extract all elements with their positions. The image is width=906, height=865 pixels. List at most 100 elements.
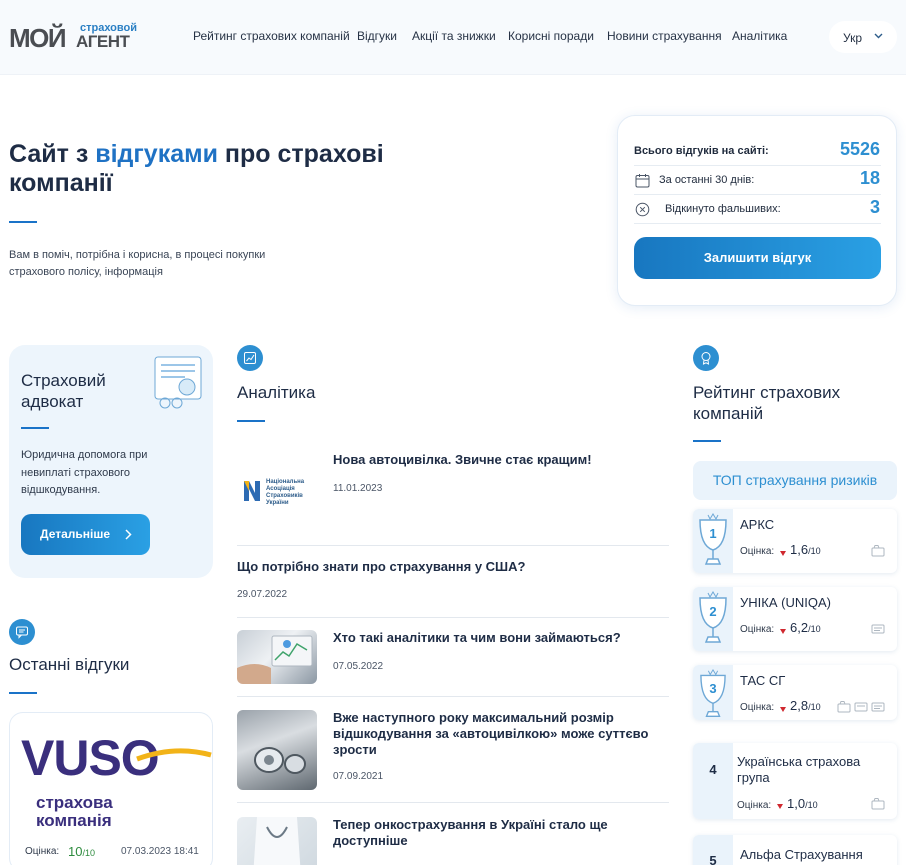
article-thumb-3[interactable]: [237, 630, 317, 684]
details-button[interactable]: Детальніше: [21, 514, 150, 555]
rating-label: Оцінка:: [740, 624, 775, 635]
article-date-2: 29.07.2022: [237, 589, 288, 600]
advocate-underline: [21, 427, 49, 429]
article-title-5[interactable]: Тепер онкострахування в Україні стало ще…: [333, 817, 653, 849]
chevron-down-icon: [874, 33, 883, 39]
stat-last30: За останні 30 днів: 18: [634, 166, 881, 195]
article-date-3: 07.05.2022: [333, 661, 384, 672]
advocate-description: Юридична допомога при невиплаті страхово…: [21, 449, 148, 496]
insurance-type-icon: [871, 702, 885, 712]
divider: [237, 802, 669, 803]
rating-item[interactable]: 5 Альфа Страхування: [693, 835, 897, 865]
title-underline: [9, 221, 37, 223]
logo-big-text: АГЕНТ: [76, 32, 130, 51]
company-score: 1,6/10: [790, 542, 821, 557]
rating-item[interactable]: 2 УНІКА (UNIQA) Оцінка: 6,2/10: [693, 587, 897, 651]
review-date: 07.03.2023 18:41: [121, 846, 199, 857]
stat-last30-value: 18: [859, 168, 880, 188]
company-name: УНІКА (UNIQA): [740, 595, 831, 610]
rank-badge: 1: [693, 509, 733, 573]
analytics-photo-icon: [237, 635, 313, 684]
article-title-2[interactable]: Що потрібно знати про страхування у США?: [237, 559, 657, 575]
top-risks-tab[interactable]: ТОП страхування ризиків: [693, 461, 897, 500]
down-arrow-icon: [780, 707, 786, 712]
article-thumb-4[interactable]: [237, 710, 317, 790]
car-headlight-icon: [254, 747, 306, 774]
company-score: 2,8/10: [790, 698, 821, 713]
language-value: Укр: [843, 31, 863, 45]
nav-reviews[interactable]: Відгуки: [357, 29, 397, 43]
rank-badge: 2: [693, 587, 733, 651]
chat-icon: [9, 619, 35, 645]
rank-number: 2: [709, 604, 717, 619]
language-select[interactable]: Укр: [829, 21, 897, 53]
insurance-type-icon: [871, 545, 885, 557]
analytics-title: Аналітика: [237, 383, 316, 402]
stats-panel: Всього відгуків на сайті: 5526 За останн…: [617, 115, 897, 306]
stat-total-value: 5526: [839, 139, 880, 159]
company-name: ТАС СГ: [740, 673, 786, 688]
award-icon: [693, 345, 719, 371]
review-rating-label: Оцінка:: [25, 846, 60, 857]
down-arrow-icon: [780, 551, 786, 556]
rating-label: Оцінка:: [740, 702, 775, 713]
company-score: 6,2/10: [790, 620, 821, 635]
stat-last30-label: За останні 30 днів:: [659, 174, 755, 186]
rank-badge: 5: [693, 835, 733, 865]
advocate-title: Страховий адвокат: [21, 371, 106, 411]
stat-rejected: Відкинуто фальшивих: 3: [634, 195, 881, 224]
site-logo[interactable]: МОЙ страховой АГЕНТ: [9, 21, 137, 55]
rating-title: Рейтинг страхових компаній: [693, 383, 841, 423]
rating-item[interactable]: 1 АРКС Оцінка: 1,6/10: [693, 509, 897, 573]
insurance-type-icon: [871, 798, 885, 810]
hero-subtitle: Вам в поміч, потрібна і корисна, в проце…: [9, 249, 266, 278]
divider: [237, 617, 669, 618]
nav-news[interactable]: Новини страхування: [607, 29, 722, 43]
rank-number: 3: [709, 681, 717, 696]
rank-number: 1: [709, 526, 717, 541]
rank-number: 5: [709, 853, 717, 865]
insurance-type-icon: [871, 624, 885, 634]
nav-analytics[interactable]: Аналітика: [732, 29, 787, 43]
rank-number: 4: [709, 762, 717, 777]
stat-rejected-value: 3: [869, 197, 880, 217]
insurance-type-icon: [837, 701, 851, 713]
article-date-4: 07.09.2021: [333, 771, 384, 782]
rating-item[interactable]: 4 Українська страхова група Оцінка: 1,0/…: [693, 743, 897, 819]
logo-swoosh-icon: [136, 748, 212, 762]
company-name: АРКС: [740, 517, 775, 532]
logo-main-text: МОЙ: [9, 23, 67, 53]
chevron-right-icon: [125, 529, 132, 540]
details-button-label: Детальніше: [40, 527, 111, 541]
company-name: Українська страхова група: [737, 754, 861, 785]
doctor-photo-icon: [253, 817, 301, 865]
stat-total: Всього відгуків на сайті: 5526: [634, 137, 881, 166]
article-title-1[interactable]: Нова автоцивілка. Звичне стає кращим!: [333, 452, 653, 468]
stat-rejected-label: Відкинуто фальшивих:: [665, 203, 781, 215]
review-score: 10/10: [68, 844, 95, 859]
company-name: Альфа Страхування: [740, 847, 863, 862]
review-card[interactable]: VUSO страхова компанія Оцінка: 10/10 07.…: [9, 712, 213, 865]
company-score: 1,0/10: [787, 796, 818, 811]
rating-item[interactable]: 3 ТАС СГ Оцінка: 2,8/10: [693, 665, 897, 720]
rating-underline: [693, 440, 721, 442]
article-thumb-1[interactable]: Національна Асоціація Страховиків Україн…: [237, 452, 317, 530]
article-date-1: 11.01.2023: [333, 483, 383, 494]
page-title: Сайт з відгуками про страхові компанії: [9, 140, 384, 197]
association-logo-icon: [244, 481, 260, 501]
article-title-4[interactable]: Вже наступного року максимальний розмір …: [333, 710, 653, 758]
rating-label: Оцінка:: [737, 800, 772, 811]
company-logo-sub2: компанія: [36, 811, 112, 830]
article-thumb-5[interactable]: [237, 817, 317, 865]
down-arrow-icon: [780, 629, 786, 634]
leave-review-button[interactable]: Залишити відгук: [634, 237, 881, 279]
site-header: МОЙ страховой АГЕНТ Рейтинг страхових ко…: [0, 0, 906, 75]
nav-promotions[interactable]: Акції та знижки: [412, 29, 496, 43]
insurance-type-icon: [854, 702, 868, 712]
rank-badge: 4: [693, 743, 733, 819]
article-title-3[interactable]: Хто такі аналітики та чим вони займаютьс…: [333, 630, 653, 646]
analytics-underline: [237, 420, 265, 422]
down-arrow-icon: [777, 804, 783, 809]
nav-rating[interactable]: Рейтинг страхових компаній: [193, 29, 350, 43]
nav-tips[interactable]: Корисні поради: [508, 29, 594, 43]
